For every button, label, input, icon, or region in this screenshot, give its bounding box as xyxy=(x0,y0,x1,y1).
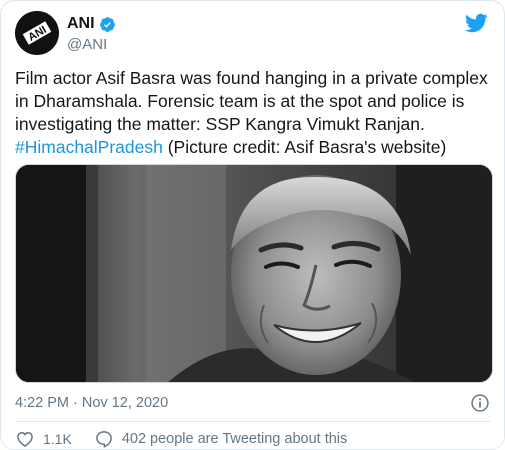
hashtag-link[interactable]: #HimachalPradesh xyxy=(15,137,163,157)
author-info[interactable]: ANI @ANI xyxy=(67,14,116,55)
tweet-header: ANI ANI @ANI xyxy=(15,11,490,59)
tweet-photo[interactable] xyxy=(15,164,493,383)
tweet-timestamp[interactable]: 4:22 PM · Nov 12, 2020 xyxy=(15,395,168,411)
tweet-actions: 1.1K 402 people are Tweeting about this xyxy=(15,429,347,449)
portrait-photo xyxy=(16,165,492,382)
speech-bubble-icon xyxy=(95,431,112,448)
conversation-text: 402 people are Tweeting about this xyxy=(121,431,348,447)
verified-badge-icon xyxy=(99,16,115,32)
author-display-name[interactable]: ANI xyxy=(67,14,95,34)
author-handle[interactable]: @ANI xyxy=(67,35,116,55)
tweet-card[interactable]: ANI ANI @ANI Film actor Asif Basra was f… xyxy=(0,0,505,450)
heart-icon xyxy=(17,431,33,447)
tweet-text: Film actor Asif Basra was found hanging … xyxy=(15,67,493,159)
like-button[interactable]: 1.1K xyxy=(15,429,72,449)
author-avatar[interactable]: ANI xyxy=(15,11,59,55)
twitter-bird-icon[interactable] xyxy=(464,11,488,35)
info-icon[interactable] xyxy=(470,393,490,413)
divider xyxy=(15,421,490,422)
tweet-credit: (Picture credit: Asif Basra's website) xyxy=(162,137,447,157)
like-count: 1.1K xyxy=(43,431,72,447)
conversation-link[interactable]: 402 people are Tweeting about this xyxy=(94,429,347,449)
tweet-body: Film actor Asif Basra was found hanging … xyxy=(15,68,488,134)
